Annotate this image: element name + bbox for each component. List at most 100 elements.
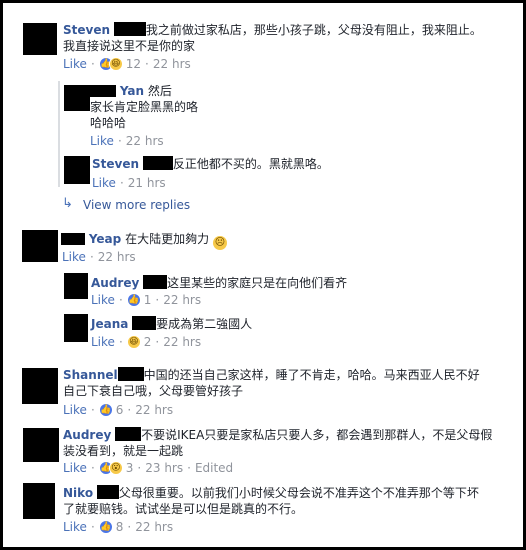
comment-meta: Like · 22 hrs (62, 250, 136, 264)
wow-icon: 😮 (108, 461, 123, 475)
commenter-name[interactable]: Steven (63, 23, 110, 37)
like-button[interactable]: Like (63, 403, 87, 417)
avatar[interactable] (23, 23, 57, 55)
like-button[interactable]: Like (62, 250, 86, 264)
avatar[interactable] (22, 230, 58, 262)
comment-meta: Like · 21 hrs (92, 176, 166, 190)
redacted-name (132, 316, 157, 330)
comment-line: 这里某些的家庭只是在向他们看齐 (167, 276, 348, 290)
comment-line: 装没看到，就是一起跳 (63, 444, 184, 458)
view-more-replies-link[interactable]: View more replies (83, 198, 190, 212)
comment-text: Yan 然后 家长肯定脸黑黑的咯 哈哈哈 (90, 83, 198, 131)
comment-text: Steven 反正他都不买的。黑就黑咯。 (92, 156, 329, 172)
avatar[interactable] (64, 273, 88, 299)
timestamp[interactable]: 22 hrs (153, 57, 191, 71)
like-icon: 👍 (126, 293, 141, 307)
commenter-name[interactable]: Steven (92, 157, 139, 171)
comment-text: Shannel 中国的还当自己家这样，睡了不肯走，哈哈。马来西亚人民不好 自己下衰… (63, 367, 480, 399)
reaction-count: 6 (115, 403, 124, 417)
comment-line: 家长肯定脸黑黑的咯 (90, 100, 199, 114)
reactions[interactable]: 👍 😆 (98, 57, 123, 71)
redacted-name (142, 156, 173, 170)
avatar[interactable] (64, 85, 90, 111)
reactions[interactable]: 👍 (98, 403, 113, 417)
timestamp[interactable]: 22 hrs (163, 293, 201, 307)
comment-meta: Like · 👍 😆 12 · 22 hrs (63, 57, 191, 71)
reactions[interactable]: 👍 (98, 520, 113, 534)
comment-line: 然后 (147, 84, 172, 98)
commenter-name[interactable]: Audrey (91, 276, 139, 290)
like-button[interactable]: Like (63, 520, 87, 534)
avatar[interactable] (23, 428, 59, 462)
thread-line (58, 81, 60, 187)
haha-icon: 😆 (108, 57, 123, 71)
comments-panel: Steven 我之前做过家私店，那些小孩子跳，父母没有阻止，我来阻止。 我直接说… (3, 3, 523, 547)
comment-meta: Like · 😆 2 · 22 hrs (91, 335, 202, 349)
comment-line: 自己下衰自己哦，父母要管好孩子 (63, 384, 244, 398)
redacted-name (61, 233, 85, 245)
comment-text: Niko 父母很重要。以前我们小时候父母会说不准弄这个不准弄那个等下坏 了就要赔… (63, 485, 479, 517)
commenter-name[interactable]: Jeana (91, 317, 128, 331)
comment-line: 哈哈哈 (90, 116, 127, 130)
like-icon: 👍 (98, 520, 113, 534)
commenter-name[interactable]: Yan (120, 84, 144, 98)
commenter-name[interactable]: Shannel (63, 368, 118, 382)
reaction-count: 12 (125, 57, 142, 71)
timestamp[interactable]: 22 hrs (135, 520, 173, 534)
haha-icon: 😆 (126, 335, 141, 349)
timestamp[interactable]: 22 hrs (98, 250, 136, 264)
reply-arrow-icon: ↳ (62, 196, 73, 211)
reaction-count: 3 (125, 461, 134, 475)
commenter-name[interactable]: Yeap (89, 232, 121, 246)
comment-line: 父母很重要。以前我们小时候父母会说不准弄这个不准弄那个等下坏 (118, 486, 479, 500)
redacted-name (90, 85, 116, 97)
reaction-count: 2 (143, 335, 152, 349)
timestamp[interactable]: 22 hrs (163, 335, 201, 349)
comment-text: Audrey 这里某些的家庭只是在向他们看齐 (91, 275, 347, 291)
comment-line: 我直接说这里不是你的家 (63, 39, 196, 53)
comment-line: 中国的还当自己家这样，睡了不肯走，哈哈。马来西亚人民不好 (143, 368, 480, 382)
comment-text: Steven 我之前做过家私店，那些小孩子跳，父母没有阻止，我来阻止。 我直接说… (63, 22, 482, 54)
timestamp[interactable]: 21 hrs (128, 176, 166, 190)
like-button[interactable]: Like (63, 57, 87, 71)
comment-line: 不要说IKEA只要是家私店只要人多，都会遇到那群人，不是父母假 (141, 428, 493, 442)
comment-line: 我之前做过家私店，那些小孩子跳，父母没有阻止，我来阻止。 (145, 23, 482, 37)
like-button[interactable]: Like (63, 461, 87, 475)
timestamp[interactable]: 22 hrs (126, 134, 164, 148)
sad-face-icon: ☹ (212, 236, 227, 250)
reaction-count: 8 (115, 520, 124, 534)
comment-line: 了就要赔钱。试试坐是可以但是跳真的不行。 (63, 502, 304, 516)
comment-text: Audrey 不要说IKEA只要是家私店只要人多，都会遇到那群人，不是父母假 装… (63, 427, 492, 459)
redacted-name (113, 22, 146, 36)
comment-meta: Like · 👍 8 · 22 hrs (63, 520, 174, 534)
reactions[interactable]: 😆 (126, 335, 141, 349)
comment-line: 要成為第二強國人 (156, 317, 253, 331)
comment-meta: Like · 22 hrs (90, 134, 164, 148)
redacted-name (115, 427, 142, 441)
avatar[interactable] (64, 314, 88, 342)
commenter-name[interactable]: Audrey (63, 428, 111, 442)
like-button[interactable]: Like (92, 176, 116, 190)
like-button[interactable]: Like (91, 335, 115, 349)
timestamp[interactable]: 23 hrs (145, 461, 183, 475)
like-icon: 👍 (98, 403, 113, 417)
avatar[interactable] (64, 156, 90, 184)
like-button[interactable]: Like (90, 134, 114, 148)
redacted-name (117, 367, 144, 381)
redacted-name (143, 275, 168, 289)
comment-meta: Like · 👍 1 · 22 hrs (91, 293, 202, 307)
redacted-name (96, 485, 119, 499)
edited-label[interactable]: Edited (195, 461, 233, 475)
avatar[interactable] (22, 368, 58, 404)
reactions[interactable]: 👍 (126, 293, 141, 307)
comment-meta: Like · 👍 😮 3 · 23 hrs · Edited (63, 461, 234, 475)
like-button[interactable]: Like (91, 293, 115, 307)
comment-text: Jeana 要成為第二強國人 (91, 316, 252, 332)
comment-line: 在大陆更加夠力 (125, 232, 210, 246)
comment-line: 反正他都不买的。黑就黑咯。 (172, 157, 329, 171)
avatar[interactable] (23, 483, 55, 519)
commenter-name[interactable]: Niko (63, 486, 93, 500)
reactions[interactable]: 👍 😮 (98, 461, 123, 475)
timestamp[interactable]: 22 hrs (135, 403, 173, 417)
reaction-count: 1 (143, 293, 152, 307)
